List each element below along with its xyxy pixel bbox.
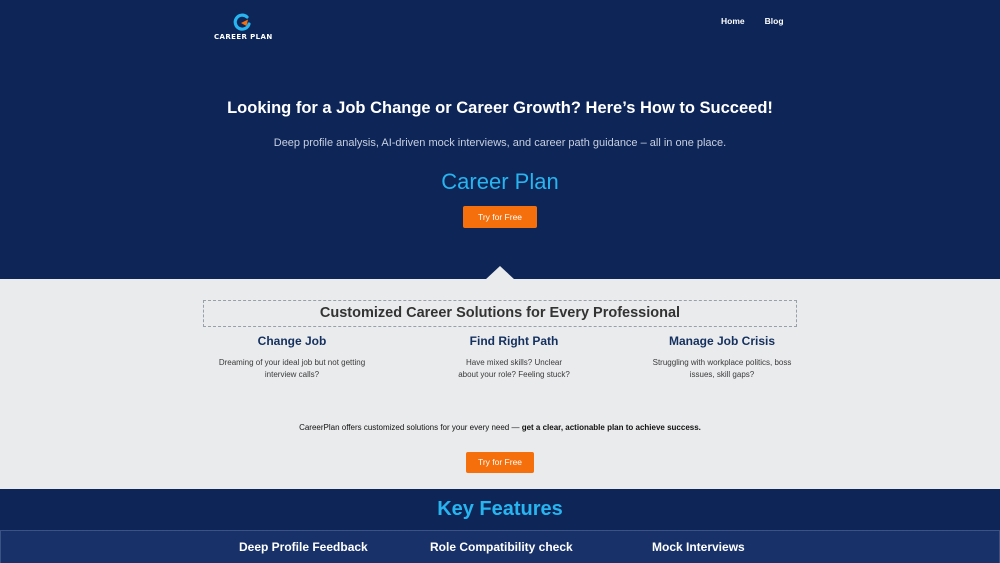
feature-role-compatibility-check: Role Compatibility check (430, 540, 573, 554)
logo-icon (233, 13, 251, 31)
nav-home-link[interactable]: Home (721, 16, 745, 26)
solutions-note: CareerPlan offers customized solutions f… (0, 423, 1000, 432)
logo-text: CAREER PLAN (214, 33, 273, 41)
solutions-section: Customized Career Solutions for Every Pr… (0, 279, 1000, 489)
features-title: Key Features (437, 498, 563, 520)
solution-text: Dreaming of your ideal job but not getti… (218, 358, 366, 379)
solution-card-manage-job-crisis: Manage Job Crisis Struggling with workpl… (622, 334, 822, 381)
solution-heading: Manage Job Crisis (668, 334, 776, 348)
logo[interactable]: CAREER PLAN (214, 12, 274, 42)
hero-subtitle: Deep profile analysis, AI-driven mock in… (273, 137, 727, 149)
solution-card-find-right-path: Find Right Path Have mixed skills? Uncle… (414, 334, 614, 381)
solutions-note-emphasis: get a clear, actionable plan to achieve … (521, 423, 701, 432)
nav-blog-link[interactable]: Blog (765, 16, 784, 26)
features-section: Key Features Deep Profile Feedback Role … (0, 489, 1000, 563)
solution-heading: Find Right Path (469, 334, 559, 348)
top-nav: Home Blog (721, 16, 784, 26)
feature-deep-profile-feedback: Deep Profile Feedback (239, 540, 368, 554)
solution-card-change-job: Change Job Dreaming of your ideal job bu… (192, 334, 392, 381)
hero-section: CAREER PLAN Home Blog Looking for a Job … (0, 0, 1000, 280)
solution-text: Struggling with workplace politics, boss… (652, 358, 792, 379)
solutions-title: Customized Career Solutions for Every Pr… (203, 300, 797, 327)
feature-mock-interviews: Mock Interviews (652, 540, 745, 554)
solutions-note-prefix: CareerPlan offers customized solutions f… (299, 423, 522, 432)
hero-title: Looking for a Job Change or Career Growt… (227, 99, 773, 117)
section-divider-notch (485, 266, 515, 280)
solutions-try-free-button[interactable]: Try for Free (466, 452, 534, 473)
solution-heading: Change Job (257, 334, 327, 348)
solution-text: Have mixed skills? Unclear about your ro… (458, 358, 570, 379)
hero-try-free-button[interactable]: Try for Free (463, 206, 537, 228)
hero-brand-name: Career Plan (441, 169, 559, 194)
